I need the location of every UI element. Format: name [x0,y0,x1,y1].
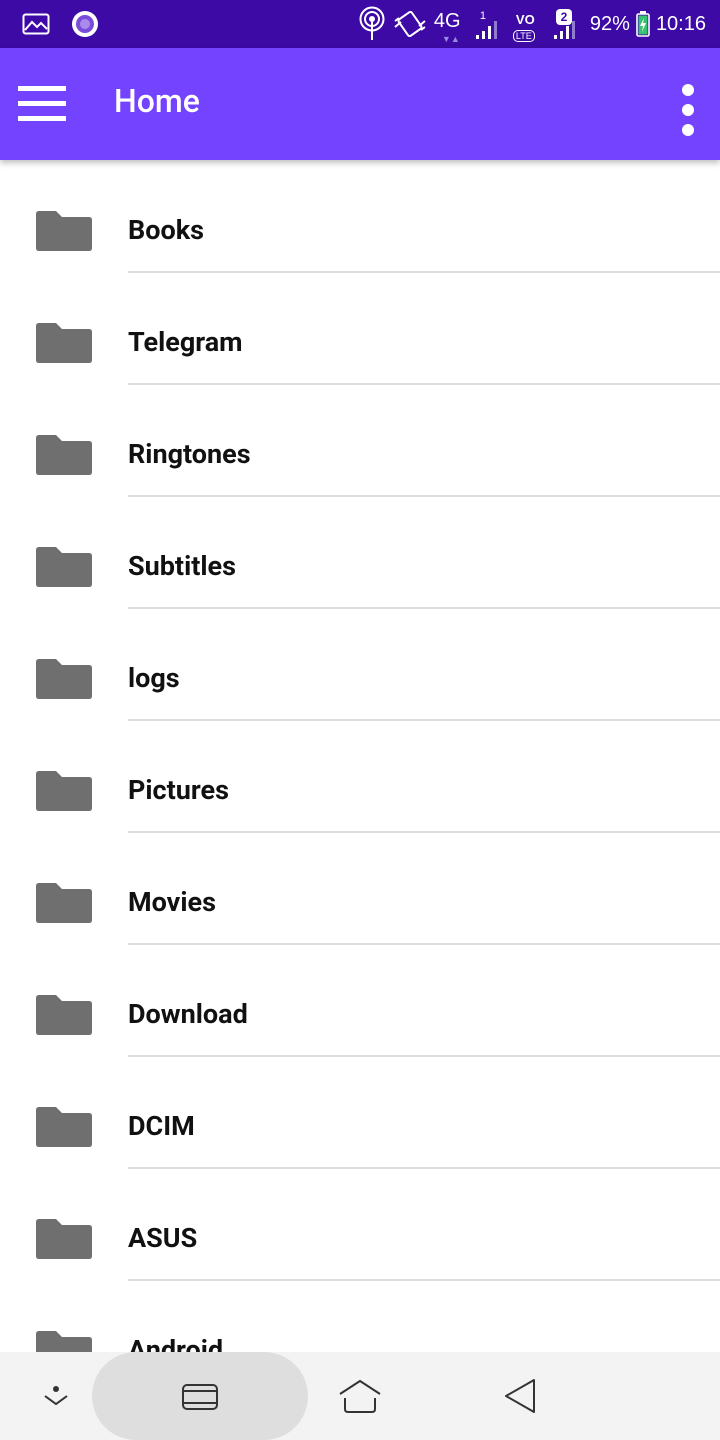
folder-icon [36,1331,92,1352]
folder-name: logs [128,662,180,694]
folder-icon [36,211,92,251]
back-icon[interactable] [502,1376,542,1416]
status-bar: 4G ▼▲ 1 VO LTE 2 92% 10:16 [0,0,720,48]
hamburger-menu-icon[interactable] [18,86,66,122]
status-bar-left [22,0,100,48]
folder-row-subtitles[interactable]: Subtitles [0,496,720,609]
chevron-down-icon[interactable] [41,1384,71,1408]
folder-icon [36,323,92,363]
folder-row-download[interactable]: Download [0,944,720,1057]
navigation-bar [0,1352,720,1440]
app-bar: Home [0,48,720,160]
folder-row-asus[interactable]: ASUS [0,1168,720,1281]
folder-name: ASUS [128,1222,198,1254]
app-notification-icon [72,11,98,37]
folder-list: Books Telegram Ringtones Subtitles logs … [0,160,720,1352]
folder-row-logs[interactable]: logs [0,608,720,721]
more-vert-icon[interactable] [676,78,700,136]
folder-icon [36,435,92,475]
folder-name: Movies [128,886,216,918]
folder-icon [36,659,92,699]
battery-charging-icon [636,11,650,37]
network-type: 4G ▼▲ [433,6,466,45]
folder-icon [36,883,92,923]
signal-icon [553,21,575,39]
vibrate-icon [394,11,426,37]
recents-icon[interactable] [180,1380,220,1412]
data-activity-icon: ▼▲ [441,35,460,45]
gallery-notification-icon [22,13,50,35]
home-icon[interactable] [338,1378,382,1414]
folder-row-telegram[interactable]: Telegram [0,272,720,385]
page-title: Home [114,82,200,120]
folder-name: Telegram [128,326,243,358]
sim2-signal: 2 [550,6,584,42]
folder-row-ringtones[interactable]: Ringtones [0,384,720,497]
folder-name: DCIM [128,1110,195,1142]
folder-icon [36,771,92,811]
folder-name: Ringtones [128,438,251,470]
sim1-signal: 1 [472,6,506,42]
folder-row-books[interactable]: Books [0,160,720,273]
folder-name: Android [128,1334,224,1352]
folder-icon [36,995,92,1035]
battery-percent: 92% [589,12,630,35]
folder-name: Download [128,998,248,1030]
clock: 10:16 [655,12,706,35]
hotspot-icon [359,6,385,40]
lte-label: LTE [512,30,535,42]
volte-badge: VO LTE [512,6,544,42]
network-type-label: 4G [433,10,461,32]
folder-name: Pictures [128,774,229,806]
status-bar-right: 4G ▼▲ 1 VO LTE 2 92% 10:16 [358,0,706,48]
folder-row-pictures[interactable]: Pictures [0,720,720,833]
folder-icon [36,547,92,587]
folder-row-dcim[interactable]: DCIM [0,1056,720,1169]
folder-icon [36,1219,92,1259]
folder-name: Books [128,214,205,246]
signal-icon [475,21,497,39]
folder-name: Subtitles [128,550,236,582]
folder-icon [36,1107,92,1147]
folder-row-android[interactable]: Android [0,1280,720,1352]
volte-label: VO [515,12,535,27]
folder-row-movies[interactable]: Movies [0,832,720,945]
